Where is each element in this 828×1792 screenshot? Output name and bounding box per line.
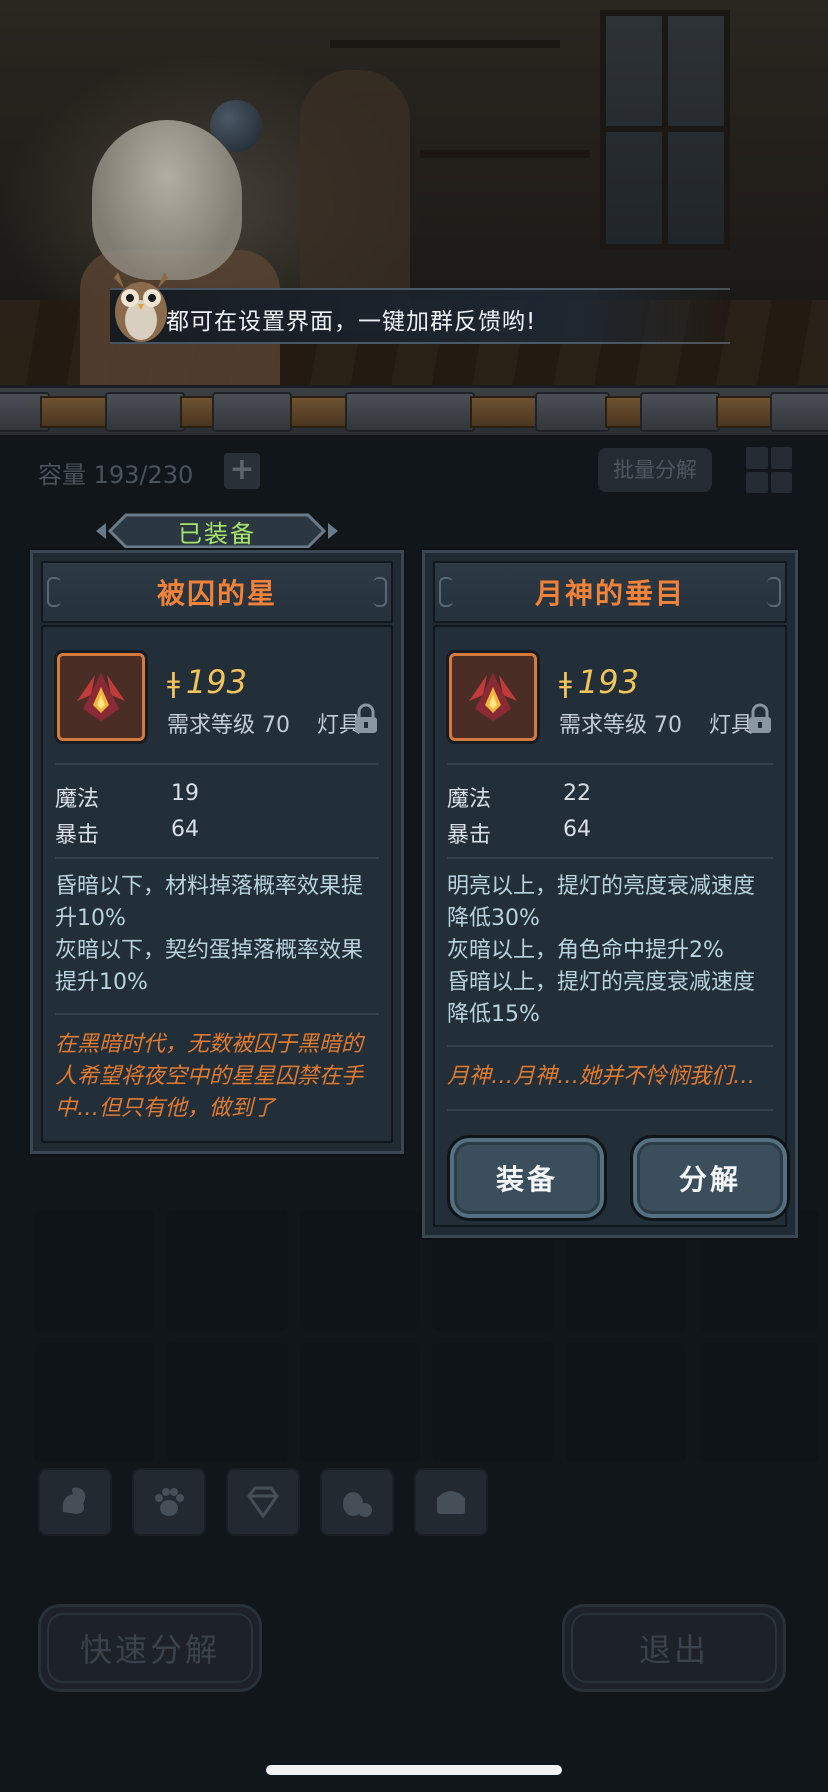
hero-character xyxy=(92,120,242,280)
divider xyxy=(55,857,379,859)
stone-ledge xyxy=(0,385,828,435)
card-body: ǂ 193 需求等级 70 灯具 魔法 19 暴击 64 昏暗以下，材料掉落概率… xyxy=(41,625,393,1143)
divider xyxy=(55,763,379,765)
power-icon: ǂ xyxy=(559,665,572,699)
divider xyxy=(447,857,773,859)
equipped-label: 已装备 xyxy=(178,519,256,548)
item-requirement: 需求等级 70 灯具 xyxy=(559,707,753,739)
equip-button[interactable]: 装备 xyxy=(447,1135,607,1221)
gem-icon[interactable] xyxy=(226,1468,300,1536)
quick-decompose-button[interactable]: 快速分解 xyxy=(38,1604,262,1692)
power-icon: ǂ xyxy=(167,665,180,699)
stat-row: 暴击 64 xyxy=(55,817,199,848)
divider xyxy=(447,763,773,765)
item-icon xyxy=(57,653,145,741)
scene-shelf xyxy=(420,150,590,158)
item-flavor-text: 在黑暗时代，无数被囚于黑暗的人希望将夜空中的星星囚禁在手中…但只有他，做到了 xyxy=(55,1032,364,1121)
divider xyxy=(55,1013,379,1015)
stat-row: 魔法 19 xyxy=(55,781,199,812)
owl-icon xyxy=(114,272,168,342)
expand-capacity-button[interactable]: + xyxy=(224,453,260,489)
decompose-button[interactable]: 分解 xyxy=(630,1135,790,1221)
card-header: 被囚的星 xyxy=(41,561,393,623)
item-power: ǂ 193 xyxy=(167,663,247,701)
item-requirement: 需求等级 70 灯具 xyxy=(167,707,361,739)
item-flavor-text: 月神…月神…她并不怜悯我们… xyxy=(447,1064,756,1089)
item-icon xyxy=(449,653,537,741)
home-indicator[interactable] xyxy=(266,1765,562,1775)
lock-icon[interactable] xyxy=(747,703,773,735)
paw-icon[interactable] xyxy=(132,1468,206,1536)
equip-label: 装备 xyxy=(495,1163,558,1196)
stat-row: 魔法 22 xyxy=(447,781,591,812)
scene-window xyxy=(600,10,730,250)
scene-background xyxy=(0,0,828,420)
stat-row: 暴击 64 xyxy=(447,817,591,848)
item-effects: 明亮以上，提灯的亮度衰减速度降低30% 灰暗以上，角色命中提升2% 昏暗以上，提… xyxy=(447,874,756,1027)
decompose-label: 分解 xyxy=(678,1163,741,1196)
game-screen: 都可在设置界面，一键加群反馈哟! 容量 193/230 + 批量分解 快速分解 … xyxy=(0,0,828,1792)
requirement-level: 需求等级 70 xyxy=(559,713,682,738)
notification-toast: 都可在设置界面，一键加群反馈哟! xyxy=(110,288,730,344)
item-title: 月神的垂目 xyxy=(534,577,685,610)
capacity-label: 容量 193/230 xyxy=(38,461,194,489)
item-title: 被囚的星 xyxy=(156,577,277,610)
equipped-tag: 已装备 xyxy=(92,506,342,556)
card-body: ǂ 193 需求等级 70 灯具 魔法 22 暴击 64 明亮以上，提灯的亮度衰… xyxy=(433,625,790,1227)
compare-item-card: 月神的垂目 ǂ 193 需求等级 70 灯具 魔法 22 暴击 64 明亮以上，… xyxy=(422,550,798,1238)
requirement-level: 需求等级 70 xyxy=(167,713,290,738)
grid-view-icon[interactable] xyxy=(746,447,792,493)
scene-shelf xyxy=(330,40,560,48)
item-effects: 昏暗以下，材料掉落概率效果提升10% 灰暗以下，契约蛋掉落概率效果提升10% xyxy=(55,874,364,995)
power-value: 193 xyxy=(577,663,639,701)
power-value: 193 xyxy=(185,663,247,701)
egg-icon[interactable] xyxy=(320,1468,394,1536)
divider xyxy=(447,1109,773,1111)
equipped-item-card: 被囚的星 ǂ 193 需求等级 70 灯具 魔法 19 暴击 64 昏暗以下，材… xyxy=(30,550,404,1154)
lock-icon[interactable] xyxy=(353,703,379,735)
card-header: 月神的垂目 xyxy=(433,561,787,623)
batch-decompose-button[interactable]: 批量分解 xyxy=(598,448,712,492)
toast-message: 都可在设置界面，一键加群反馈哟! xyxy=(166,309,537,335)
item-power: ǂ 193 xyxy=(559,663,639,701)
squirrel-icon[interactable] xyxy=(38,1468,112,1536)
chest-icon[interactable] xyxy=(414,1468,488,1536)
divider xyxy=(447,1045,773,1047)
exit-button[interactable]: 退出 xyxy=(562,1604,786,1692)
